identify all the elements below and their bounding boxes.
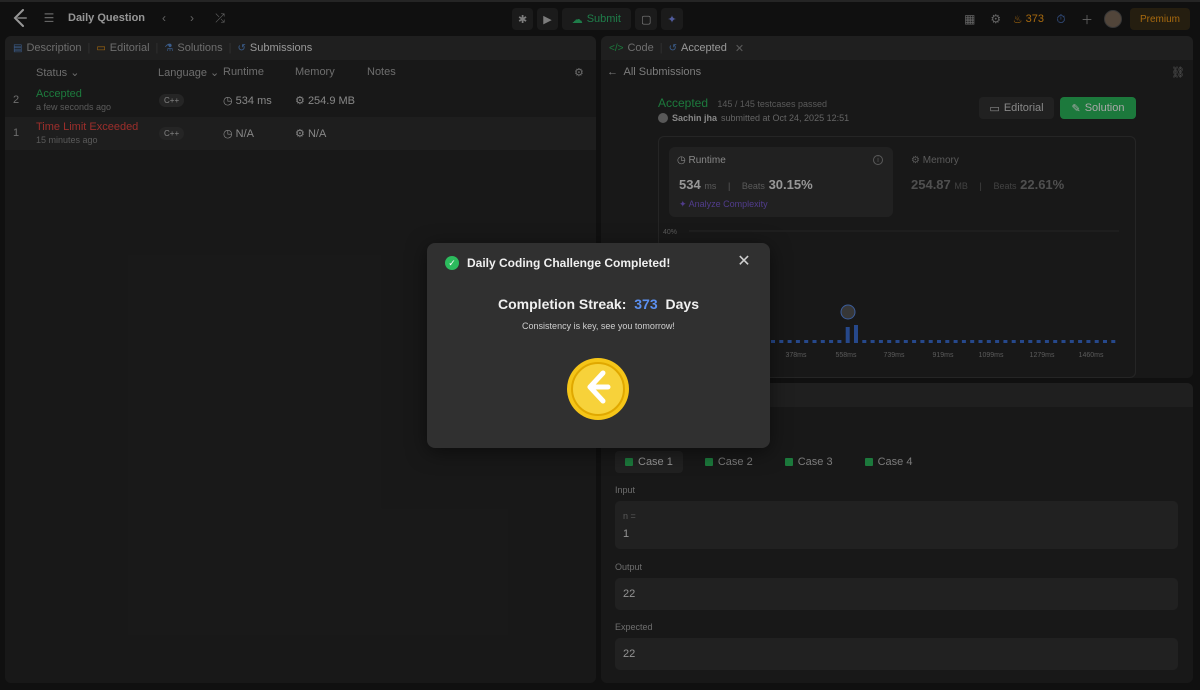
close-icon[interactable]: ✕ (737, 254, 751, 270)
daily-challenge-modal: ✓ Daily Coding Challenge Completed! ✕ Co… (427, 243, 770, 448)
streak-label: Completion Streak: (498, 296, 627, 312)
modal-message: Consistency is key, see you tomorrow! (522, 321, 675, 331)
completion-streak: Completion Streak: 373 Days (427, 296, 770, 312)
gold-coin-icon (567, 358, 629, 420)
check-circle-icon: ✓ (445, 256, 459, 270)
streak-value: 373 (634, 296, 658, 312)
modal-title: Daily Coding Challenge Completed! (467, 256, 671, 270)
streak-unit: Days (665, 296, 699, 312)
